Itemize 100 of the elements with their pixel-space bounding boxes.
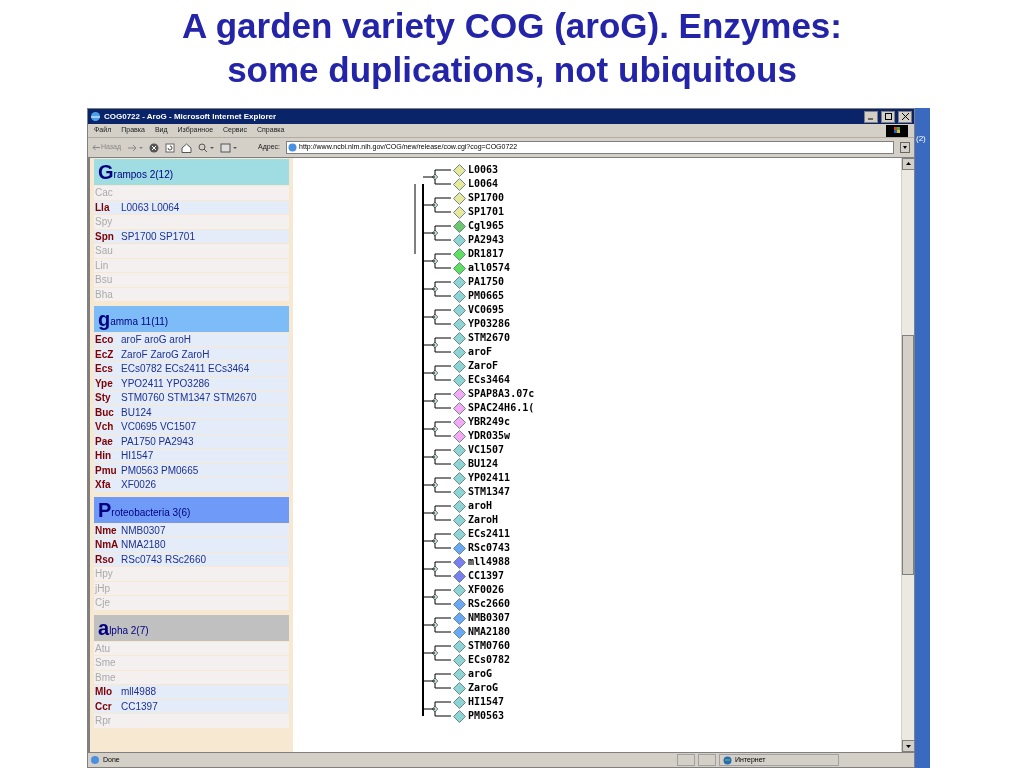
group-initial: P (98, 499, 112, 520)
leaf-label: VC0695 (468, 304, 505, 316)
scroll-thumb[interactable] (902, 335, 914, 575)
leaf-label: BU124 (468, 458, 499, 470)
leaf-label: L0064 (468, 178, 499, 190)
group-initial: a (98, 617, 110, 638)
slide-title: some duplications, not ubiquitous (227, 49, 797, 91)
species-code: Bha (94, 287, 114, 302)
maximize-icon (884, 113, 892, 120)
species-code: EcZ (94, 347, 115, 362)
page-icon (288, 143, 298, 152)
search-icon[interactable] (198, 142, 215, 153)
leaf-label: PA1750 (468, 276, 505, 288)
leaf-label: STM1347 (468, 486, 511, 498)
leaf-label: all0574 (468, 262, 511, 274)
leaf-label: SPAC24H6.1( (468, 402, 535, 414)
gene-list: BU124 (121, 404, 152, 420)
species-code: Vch (94, 420, 115, 435)
scrollbar[interactable] (901, 158, 914, 752)
browser-icon (90, 111, 101, 122)
species-code: Nme (94, 523, 118, 538)
dropdown-icon[interactable] (900, 142, 910, 153)
leaf-label: DR1817 (468, 248, 505, 260)
minimize-button[interactable] (864, 110, 878, 123)
status-pane (698, 754, 716, 766)
leaf-label: aroG (468, 668, 493, 680)
leaf-label: STM2670 (468, 332, 511, 344)
leaf-label: YP02411 (468, 472, 511, 484)
species-code: NmA (94, 538, 120, 553)
slide-note: (2) (916, 133, 926, 145)
species-code: Spn (94, 229, 115, 244)
leaf-label: YBR249c (468, 416, 511, 428)
leaf-label: mll4988 (468, 556, 511, 568)
stop-icon[interactable] (149, 142, 160, 153)
leaf-label: aroF (468, 346, 493, 358)
home-icon[interactable] (181, 142, 193, 153)
leaf-label: Cgl965 (468, 220, 505, 232)
gene-list: ECs0782 ECs2411 ECs3464 (121, 361, 250, 377)
window-title: COG0722 - AroG - Microsoft Internet Explorer (104, 110, 278, 123)
species-code: Sau (94, 244, 114, 259)
gene-list: PM0563 PM0665 (121, 462, 199, 478)
leaf-label: RSc2660 (468, 598, 511, 610)
leaf-label: XF0026 (468, 584, 505, 596)
leaf-label: YP03286 (468, 318, 511, 330)
leaf-label: ECs3464 (468, 374, 511, 386)
gene-list: VC0695 VC1507 (121, 419, 197, 435)
species-code: Cac (94, 186, 114, 201)
species-code: jHp (94, 581, 111, 596)
species-code: Rpr (94, 714, 113, 729)
refresh-icon[interactable] (165, 142, 176, 153)
species-code: Hin (94, 449, 113, 464)
group-title: amma 11(11) (110, 316, 169, 327)
leaf-label: SP1700 (468, 192, 505, 204)
species-code: Lla (94, 200, 111, 215)
species-code: Sme (94, 656, 117, 671)
species-code: Bme (94, 670, 117, 685)
species-code: Cje (94, 596, 111, 611)
leaf-label: VC1507 (468, 444, 505, 456)
gene-list: mll4988 (121, 684, 157, 700)
gene-list: L0063 L0064 (121, 199, 180, 215)
gene-list: ZaroF ZaroG ZaroH (121, 346, 210, 362)
species-code: Spy (94, 215, 114, 230)
gene-list: STM0760 STM1347 STM2670 (121, 390, 257, 406)
group-initial: g (98, 309, 111, 329)
history-icon[interactable] (220, 142, 239, 153)
close-icon (901, 113, 909, 120)
group-initial: G (98, 162, 114, 182)
leaf-label: ECs0782 (468, 654, 511, 666)
species-code: Mlo (94, 685, 114, 700)
maximize-button[interactable] (881, 110, 895, 123)
scroll-up-icon[interactable] (902, 158, 915, 170)
gene-list: NMB0307 (121, 522, 166, 538)
gene-list: NMA2180 (121, 537, 166, 553)
leaf-label: PA2943 (468, 234, 505, 246)
gene-list: YPO2411 YPO3286 (121, 375, 210, 391)
species-code: Ype (94, 376, 114, 391)
group-title: lpha 2(7) (109, 623, 149, 638)
scroll-down-icon[interactable] (902, 740, 915, 752)
group-title: roteobacteria 3(6) (111, 506, 191, 520)
species-code: Pae (94, 434, 114, 449)
species-code: Sty (94, 391, 112, 406)
gene-list: SP1700 SP1701 (121, 228, 195, 244)
gene-list: RSc0743 RSc2660 (121, 551, 207, 567)
leaf-label: STM0760 (468, 640, 511, 652)
close-button[interactable] (898, 110, 912, 123)
gene-list: XF0026 (121, 477, 157, 493)
leaf-label: NMA2180 (468, 626, 511, 638)
page-icon (90, 755, 100, 765)
leaf-label: ZaroF (468, 360, 499, 372)
species-code: Ecs (94, 362, 114, 377)
species-code: Rso (94, 552, 115, 567)
leaf-label: NMB0307 (468, 612, 511, 624)
species-code: Buc (94, 405, 115, 420)
leaf-label: PM0563 (468, 710, 505, 722)
gene-list: HI1547 (121, 448, 154, 464)
leaf-label: SPAP8A3.07c (468, 388, 535, 400)
leaf-label: PM0665 (468, 290, 505, 302)
leaf-label: YDR035w (468, 430, 511, 442)
species-code: Bsu (94, 273, 114, 288)
back-arrow-icon (92, 144, 100, 151)
